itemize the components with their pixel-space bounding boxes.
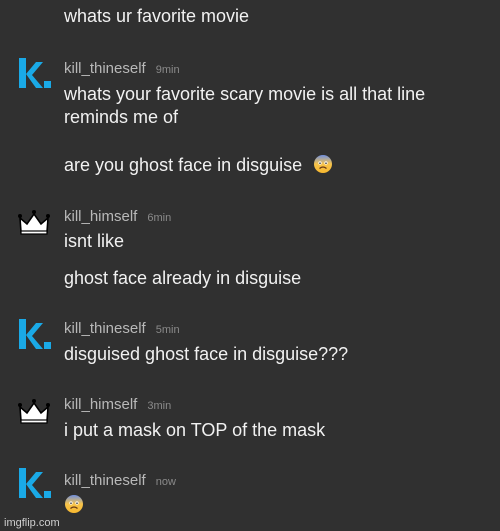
message-text: ghost face already in disguise [64, 268, 302, 288]
message-text: disguised ghost face in disguise??? [64, 344, 349, 364]
message-text: whats your favorite scary movie is all t… [64, 84, 426, 104]
username-text[interactable]: kill_thineself [64, 320, 146, 337]
username-text[interactable]: kill_himself [64, 208, 137, 225]
timestamp: 9min [155, 64, 180, 76]
username-text[interactable]: kill_himself [64, 396, 137, 413]
username[interactable]: kill_himself 3min [64, 396, 171, 413]
timestamp: 6min [147, 212, 172, 224]
chat-panel: whats ur favorite movie kill_thineself 9m… [0, 0, 500, 531]
username[interactable]: kill_himself 6min [64, 208, 171, 225]
kik-k-avatar-icon[interactable] [16, 56, 52, 92]
kik-k-avatar-icon[interactable] [16, 466, 52, 502]
message-text: isnt like [64, 231, 125, 251]
username[interactable]: kill_thineself now [64, 472, 176, 489]
username[interactable]: kill_thineself 9min [64, 60, 180, 77]
crown-avatar-icon[interactable] [16, 204, 52, 240]
message-text-with-emoji: are you ghost face in disguise [64, 154, 333, 176]
timestamp: now [155, 476, 176, 488]
kik-k-avatar-icon[interactable] [16, 317, 52, 353]
username-text[interactable]: kill_thineself [64, 472, 146, 489]
timestamp: 3min [147, 400, 172, 412]
fearful-face-icon [65, 495, 83, 513]
message-text: whats ur favorite movie [64, 6, 250, 26]
timestamp: 5min [155, 324, 180, 336]
message-text: i put a mask on TOP of the mask [64, 420, 326, 440]
crown-avatar-icon[interactable] [16, 393, 52, 429]
username[interactable]: kill_thineself 5min [64, 320, 180, 337]
message-text: reminds me of [64, 107, 179, 127]
username-text[interactable]: kill_thineself [64, 60, 146, 77]
message-text: are you ghost face in disguise [64, 155, 303, 175]
watermark: imgflip.com [4, 517, 60, 529]
fearful-face-icon [314, 155, 333, 173]
